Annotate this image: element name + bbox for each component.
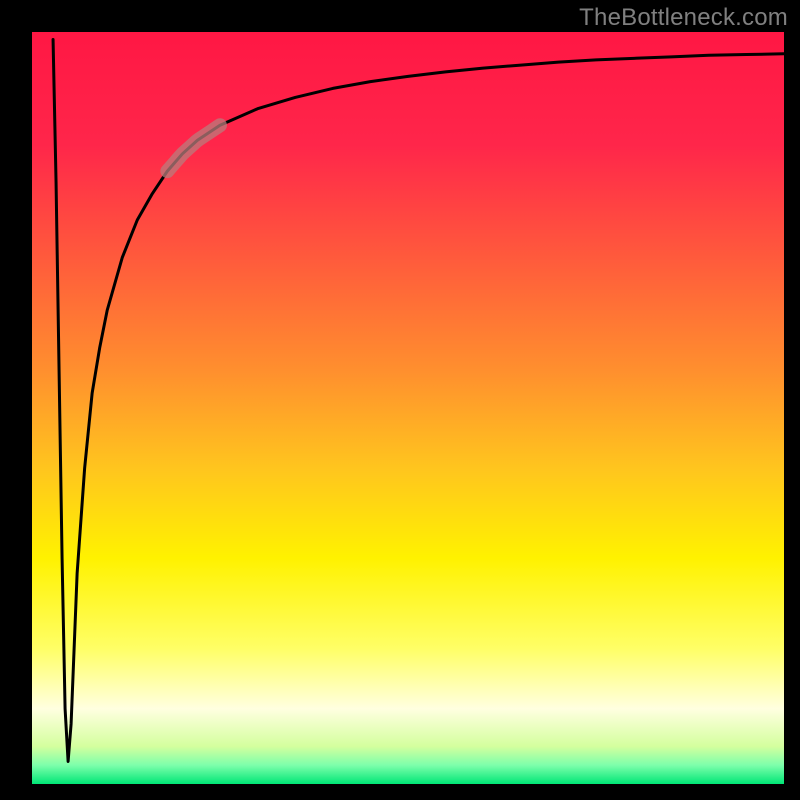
plot-area [32, 32, 784, 784]
gradient-background [32, 32, 784, 784]
watermark-label: TheBottleneck.com [579, 4, 788, 32]
chart-canvas [32, 32, 784, 784]
chart-frame: TheBottleneck.com [0, 0, 800, 800]
